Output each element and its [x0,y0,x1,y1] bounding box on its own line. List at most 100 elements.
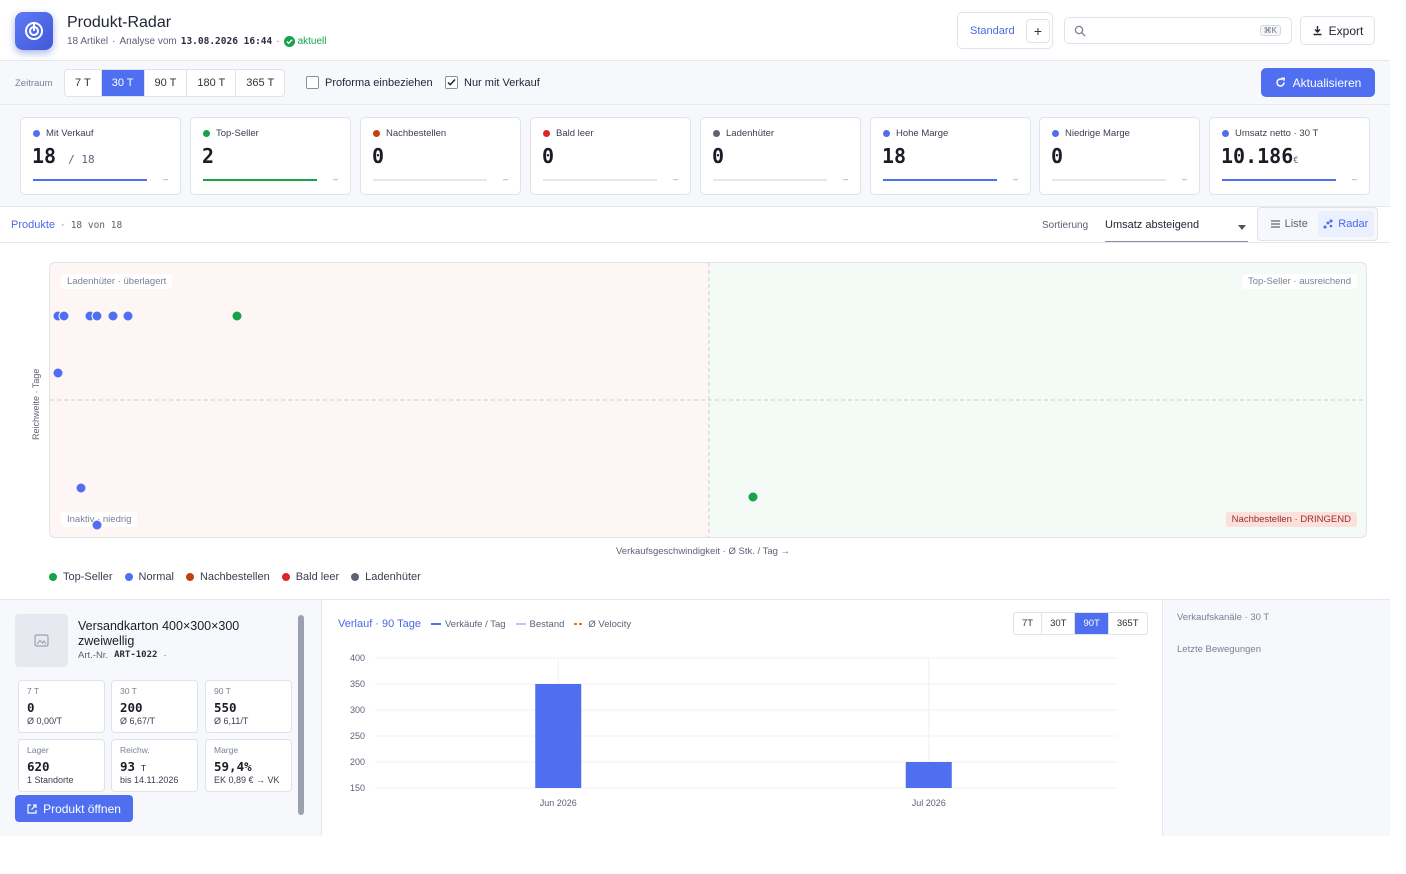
products-label[interactable]: Produkte [11,219,55,231]
refresh-button[interactable]: Aktualisieren [1261,68,1375,97]
detail-section: Versandkarton 400×300×300 zweiwellig Art… [0,599,1390,836]
view-preset-select[interactable]: Standard [958,25,1026,37]
sort-select[interactable]: Umsatz absteigend [1105,216,1248,242]
open-product-button[interactable]: Produkt öffnen [15,795,133,822]
stat-tile-range: Reichw. 93 Tbis 14.11.2026 [111,739,198,792]
radar-point[interactable] [53,368,63,378]
list-icon [1270,220,1280,228]
radar-point[interactable] [92,311,102,321]
legend-velocity: Ø Velocity [574,618,632,630]
external-link-icon [27,803,37,814]
recent-movements-heading: Letzte Bewegungen [1177,644,1261,655]
view-list-button[interactable]: Liste [1261,211,1318,237]
kpi-label: Umsatz netto · 30 T [1235,128,1319,139]
status-dot [713,130,720,137]
radar-x-axis-label: Verkaufsgeschwindigkeit · Ø Stk. / Tag → [616,546,791,557]
products-count: 18 von 18 [70,219,123,231]
range-180t[interactable]: 180 T [187,70,237,96]
range-7t[interactable]: 7 T [65,70,102,96]
kpi-unit: € [1293,156,1299,166]
chart-range-90t[interactable]: 90T [1075,613,1109,634]
radar-point[interactable] [123,311,133,321]
range-label: Zeitraum [15,78,53,89]
range-365t[interactable]: 365 T [236,70,284,96]
quadrant-label-tl: Ladenhüter · überlagert [61,274,173,289]
radar-point[interactable] [232,311,242,321]
kpi-bar [883,179,997,181]
view-radar-button[interactable]: Radar [1317,211,1374,237]
radar-point[interactable] [59,311,69,321]
shortcut-hint: ⌘K [1259,25,1281,36]
search-input[interactable]: ⌘K [1064,17,1292,44]
kpi-card-niedrige-marge[interactable]: Niedrige Marge 0 – [1039,117,1200,195]
kpi-bar [543,179,657,181]
proforma-checkbox[interactable]: Proforma einbeziehen [306,76,433,89]
radar-point[interactable] [76,483,86,493]
page-title: Produkt-Radar [67,14,172,31]
chart-range-365t[interactable]: 365T [1109,613,1147,634]
kpi-label: Bald leer [556,128,594,139]
kpi-card-top-seller[interactable]: Top-Seller 2 – [190,117,351,195]
checkbox-empty-icon [306,76,319,89]
x-tick-label: Jun 2026 [540,798,577,808]
kpi-value: 10.186 [1221,144,1294,168]
kpi-card-bald-leer[interactable]: Bald leer 0 – [530,117,691,195]
bar [905,762,952,788]
kpi-card-mit-verkauf[interactable]: Mit Verkauf 18 / 18 – [20,117,181,195]
range-90t[interactable]: 90 T [145,70,188,96]
y-tick-label: 300 [350,705,365,715]
scatter-icon [1323,219,1333,229]
stat-tile-margin: Marge 59,4% EK 0,89 € → VK [205,739,292,792]
kpi-label: Niedrige Marge [1065,128,1130,139]
radar-legend: Top-Seller Normal Nachbestellen Bald lee… [49,571,421,583]
radar-point[interactable] [748,492,758,502]
x-tick-label: Jul 2026 [912,798,946,808]
chart-title: Verlauf · 90 Tage [338,618,421,630]
status-dot [373,130,380,137]
check-icon [283,36,295,47]
export-button[interactable]: Export [1300,16,1375,45]
chart-range-30t[interactable]: 30T [1042,613,1076,634]
only-sales-checkbox[interactable]: Nur mit Verkauf [445,76,540,89]
kpi-card-umsatz[interactable]: Umsatz netto · 30 T 10.186€ – [1209,117,1370,195]
kpi-card-nachbestellen[interactable]: Nachbestellen 0 – [360,117,521,195]
status-dot [33,130,40,137]
products-bar: Produkte · 18 von 18 Sortierung Umsatz abs… [0,207,1390,243]
y-tick-label: 250 [350,731,365,741]
kpi-trend: – [502,174,508,184]
kpi-label: Ladenhüter [726,128,775,139]
product-name: Versandkarton 400×300×300 zweiwellig [78,619,240,648]
product-thumbnail [15,614,68,667]
kpi-label: Nachbestellen [386,128,447,139]
status-text: aktuell [297,36,327,47]
radar-point[interactable] [92,520,102,530]
kpi-value: 0 [712,144,725,168]
status-dot [543,130,550,137]
kpi-card-ladenhueter[interactable]: Ladenhüter 0 – [700,117,861,195]
stat-tile-7t: 7 T0Ø 0,00/T [18,680,105,733]
kpi-value: 18 [882,144,907,168]
range-30t[interactable]: 30 T [101,70,145,96]
kpi-trend: – [672,174,678,184]
quadrant-label-br: Nachbestellen · DRINGEND [1225,512,1357,527]
legend-dot [124,573,133,581]
legend-item: Normal [124,571,174,583]
app-logo [15,12,53,50]
radar-point[interactable] [108,311,118,321]
detail-scrollbar[interactable] [298,615,304,815]
search-icon [1074,25,1086,37]
add-view-button[interactable]: + [1026,18,1050,43]
kpi-trend: – [1351,174,1357,184]
kpi-trend: – [332,174,338,184]
y-tick-label: 400 [350,653,365,663]
article-number: ART-1022 [114,650,158,660]
legend-item: Nachbestellen [185,571,270,583]
kpi-value: 0 [1051,144,1064,168]
kpi-bar [203,179,317,181]
kpi-card-hohe-marge[interactable]: Hohe Marge 18 – [870,117,1031,195]
y-tick-label: 350 [350,679,365,689]
chart-range-7t[interactable]: 7T [1014,613,1043,634]
radar-axes [50,263,1366,537]
legend-dot [351,573,360,581]
analysis-prefix: Analyse vom [119,36,177,47]
